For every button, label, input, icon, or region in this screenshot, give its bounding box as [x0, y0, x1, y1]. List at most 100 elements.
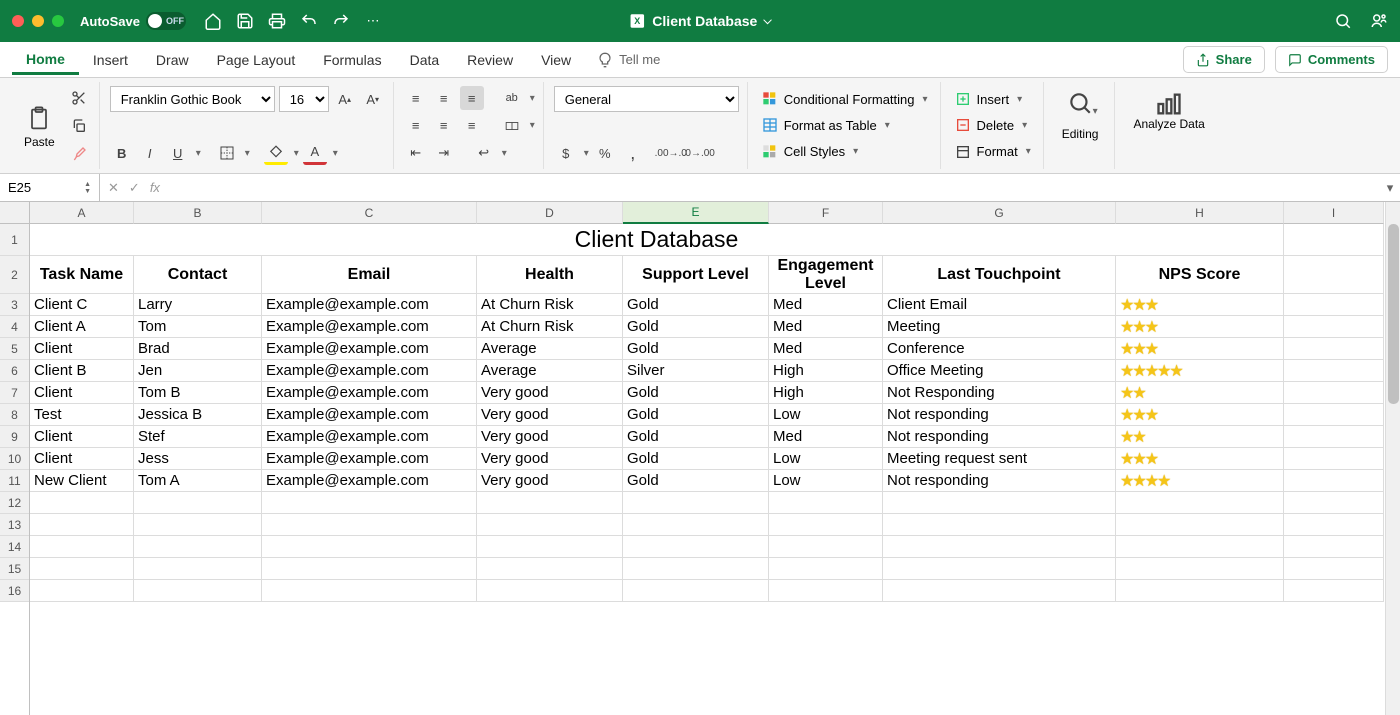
redo-icon[interactable]: [332, 12, 350, 30]
tab-insert[interactable]: Insert: [79, 46, 142, 74]
empty-cell[interactable]: [30, 558, 134, 580]
header-C[interactable]: Email: [262, 256, 477, 294]
cell-task-3[interactable]: Client B: [30, 360, 134, 382]
cell-I-5[interactable]: [1284, 404, 1384, 426]
formula-input[interactable]: [168, 174, 1380, 201]
chevron-down-icon[interactable]: ▾: [294, 148, 299, 159]
cell-health-8[interactable]: Very good: [477, 470, 623, 492]
cell-touch-3[interactable]: Office Meeting: [883, 360, 1116, 382]
share-button[interactable]: Share: [1183, 46, 1265, 73]
empty-cell[interactable]: [1284, 580, 1384, 602]
copy-button[interactable]: [67, 114, 91, 138]
format-as-table-button[interactable]: Format as Table▾: [758, 115, 932, 135]
empty-cell[interactable]: [134, 536, 262, 558]
row-header-7[interactable]: 7: [0, 382, 29, 404]
cell-touch-5[interactable]: Not responding: [883, 404, 1116, 426]
cell-nps-7[interactable]: ★★★: [1116, 448, 1284, 470]
cell-task-0[interactable]: Client C: [30, 294, 134, 316]
cell-I2[interactable]: [1284, 256, 1384, 294]
cell-email-2[interactable]: Example@example.com: [262, 338, 477, 360]
cell-nps-2[interactable]: ★★★: [1116, 338, 1284, 360]
empty-cell[interactable]: [1116, 492, 1284, 514]
empty-cell[interactable]: [477, 558, 623, 580]
cut-button[interactable]: [67, 86, 91, 110]
empty-cell[interactable]: [477, 514, 623, 536]
cell-eng-1[interactable]: Med: [769, 316, 883, 338]
column-header-D[interactable]: D: [477, 202, 623, 224]
header-D[interactable]: Health: [477, 256, 623, 294]
cell-support-7[interactable]: Gold: [623, 448, 769, 470]
tab-home[interactable]: Home: [12, 45, 79, 75]
chevron-down-icon[interactable]: ▾: [502, 148, 507, 159]
cell-touch-4[interactable]: Not Responding: [883, 382, 1116, 404]
cell-task-7[interactable]: Client: [30, 448, 134, 470]
row-header-11[interactable]: 11: [0, 470, 29, 492]
cell-support-6[interactable]: Gold: [623, 426, 769, 448]
underline-button[interactable]: U: [166, 141, 190, 165]
column-header-A[interactable]: A: [30, 202, 134, 224]
cancel-formula-button[interactable]: ✕: [108, 180, 119, 196]
merge-button[interactable]: [500, 114, 524, 138]
analyze-data-button[interactable]: Analyze Data: [1125, 86, 1212, 135]
empty-cell[interactable]: [262, 558, 477, 580]
empty-cell[interactable]: [883, 492, 1116, 514]
row-header-16[interactable]: 16: [0, 580, 29, 602]
cell-I-0[interactable]: [1284, 294, 1384, 316]
chevron-down-icon[interactable]: ▾: [245, 148, 250, 159]
orientation-button[interactable]: ab: [500, 86, 524, 110]
row-header-8[interactable]: 8: [0, 404, 29, 426]
chevron-down-icon[interactable]: ▾: [333, 148, 338, 159]
name-box-stepper[interactable]: ▲▼: [84, 181, 91, 195]
tab-page-layout[interactable]: Page Layout: [203, 46, 310, 74]
empty-cell[interactable]: [477, 492, 623, 514]
cell-health-5[interactable]: Very good: [477, 404, 623, 426]
empty-cell[interactable]: [262, 536, 477, 558]
cell-health-7[interactable]: Very good: [477, 448, 623, 470]
cell-contact-0[interactable]: Larry: [134, 294, 262, 316]
chevron-down-icon[interactable]: ▾: [584, 148, 589, 159]
number-format-select[interactable]: General: [554, 86, 739, 112]
empty-cell[interactable]: [134, 558, 262, 580]
cell-email-4[interactable]: Example@example.com: [262, 382, 477, 404]
search-icon[interactable]: [1334, 12, 1352, 30]
cell-nps-4[interactable]: ★★: [1116, 382, 1284, 404]
header-G[interactable]: Last Touchpoint: [883, 256, 1116, 294]
cell-touch-1[interactable]: Meeting: [883, 316, 1116, 338]
cell-eng-2[interactable]: Med: [769, 338, 883, 360]
row-header-1[interactable]: 1: [0, 224, 29, 256]
row-header-6[interactable]: 6: [0, 360, 29, 382]
empty-cell[interactable]: [134, 580, 262, 602]
increase-indent-button[interactable]: ⇥: [432, 141, 456, 165]
chevron-down-icon[interactable]: ▾: [196, 148, 201, 159]
cell-nps-6[interactable]: ★★: [1116, 426, 1284, 448]
cell-eng-4[interactable]: High: [769, 382, 883, 404]
row-header-9[interactable]: 9: [0, 426, 29, 448]
cell-task-8[interactable]: New Client: [30, 470, 134, 492]
empty-cell[interactable]: [883, 558, 1116, 580]
cell-nps-0[interactable]: ★★★: [1116, 294, 1284, 316]
cell-touch-7[interactable]: Meeting request sent: [883, 448, 1116, 470]
font-name-select[interactable]: Franklin Gothic Book: [110, 86, 275, 112]
font-color-button[interactable]: A: [303, 141, 327, 165]
increase-decimal-button[interactable]: .00→.0: [659, 141, 683, 165]
cell-email-1[interactable]: Example@example.com: [262, 316, 477, 338]
cell-I-2[interactable]: [1284, 338, 1384, 360]
align-left-button[interactable]: ≡: [404, 114, 428, 138]
cell-touch-0[interactable]: Client Email: [883, 294, 1116, 316]
empty-cell[interactable]: [623, 514, 769, 536]
tab-view[interactable]: View: [527, 46, 585, 74]
row-header-3[interactable]: 3: [0, 294, 29, 316]
maximize-window-button[interactable]: [52, 15, 64, 27]
conditional-formatting-button[interactable]: Conditional Formatting▾: [758, 89, 932, 109]
row-header-12[interactable]: 12: [0, 492, 29, 514]
row-header-2[interactable]: 2: [0, 256, 29, 294]
fill-color-button[interactable]: [264, 141, 288, 165]
empty-cell[interactable]: [883, 514, 1116, 536]
cell-contact-2[interactable]: Brad: [134, 338, 262, 360]
row-header-5[interactable]: 5: [0, 338, 29, 360]
column-header-E[interactable]: E: [623, 202, 769, 224]
cell-touch-8[interactable]: Not responding: [883, 470, 1116, 492]
cell-I-1[interactable]: [1284, 316, 1384, 338]
italic-button[interactable]: I: [138, 141, 162, 165]
empty-cell[interactable]: [623, 558, 769, 580]
